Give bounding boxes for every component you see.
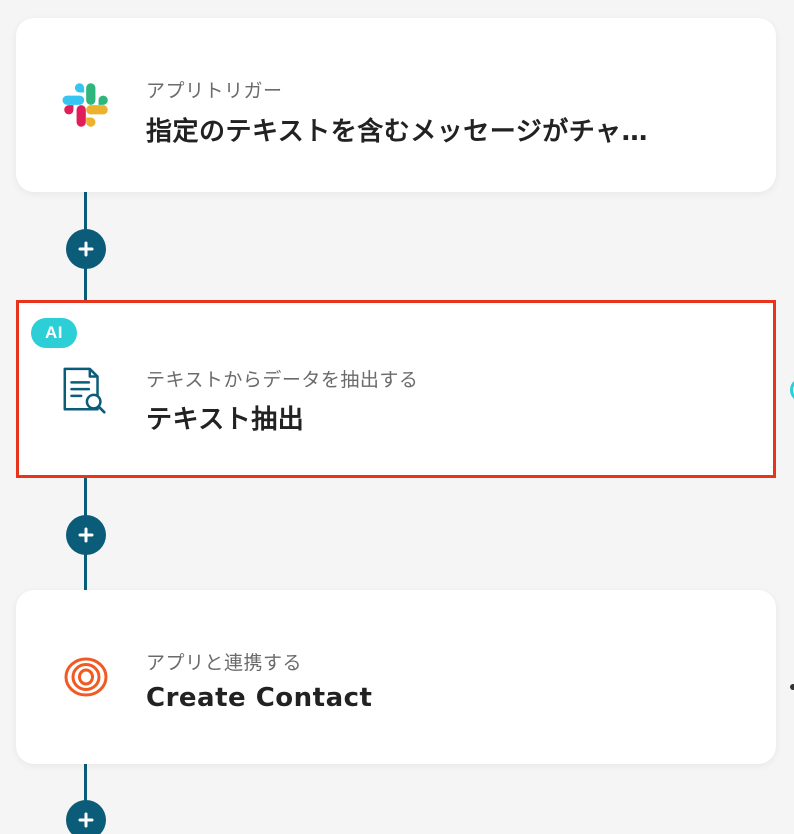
plus-icon <box>78 527 94 543</box>
side-panel-handle[interactable] <box>790 378 794 402</box>
step-type-label: アプリトリガー <box>146 80 283 102</box>
add-step-button[interactable] <box>66 229 106 269</box>
step-card-app-action[interactable]: アプリと連携する Create Contact <box>16 590 776 764</box>
add-step-button[interactable] <box>66 515 106 555</box>
plus-icon <box>78 812 94 828</box>
slack-logo-icon <box>60 79 112 131</box>
plus-icon <box>78 241 94 257</box>
document-search-icon <box>59 365 111 417</box>
step-title: Create Contact <box>146 683 373 713</box>
flow-canvas: アプリトリガー 指定のテキストを含むメッセージがチャ… AI テキストからデータ… <box>0 0 794 834</box>
step-type-label: アプリと連携する <box>146 652 303 674</box>
step-card-trigger[interactable]: アプリトリガー 指定のテキストを含むメッセージがチャ… <box>16 18 776 192</box>
step-title: 指定のテキストを含むメッセージがチャ… <box>146 117 648 147</box>
step-type-label: テキストからデータを抽出する <box>146 369 419 391</box>
loop-rings-logo-icon <box>60 651 112 703</box>
add-step-button[interactable] <box>66 800 106 834</box>
ai-badge: AI <box>31 318 77 348</box>
step-card-ai-extract[interactable]: AI テキストからデータを抽出する テキスト抽出 <box>16 300 776 478</box>
side-indicator-dot <box>790 684 794 690</box>
step-title: テキスト抽出 <box>146 405 305 435</box>
